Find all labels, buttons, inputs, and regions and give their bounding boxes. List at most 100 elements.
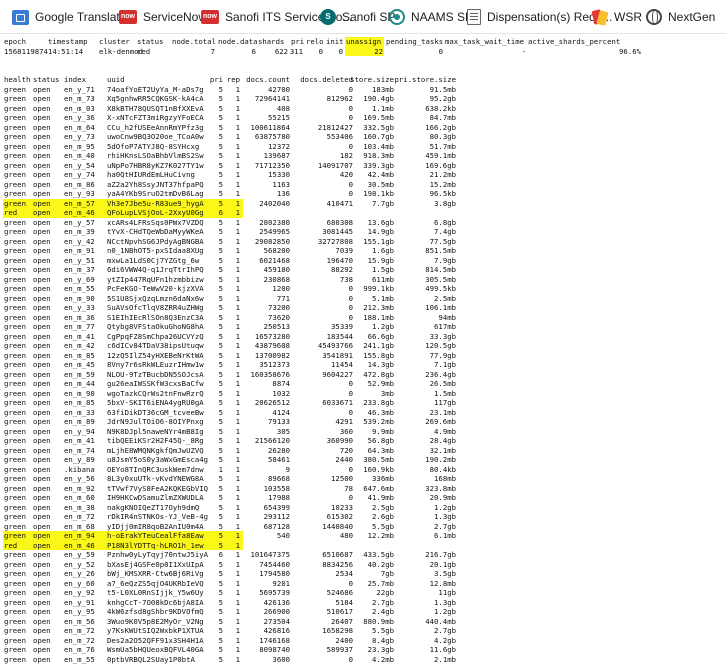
- table-cell: 160358676: [250, 370, 290, 380]
- health-header-cell: pri: [291, 37, 304, 47]
- table-cell: Vh3e7Jbe5u-R83ue9_hygA: [107, 199, 204, 209]
- bookmark-sanofi-sp[interactable]: S Sanofi SP: [320, 0, 395, 34]
- table-cell: 5: [219, 541, 223, 551]
- table-cell: green: [4, 455, 26, 465]
- table-cell: 5: [219, 341, 223, 351]
- table-cell: 5: [219, 161, 223, 171]
- table-cell: 5: [219, 531, 223, 541]
- health-header-cell: unassign: [346, 37, 381, 47]
- table-cell: green: [4, 370, 26, 380]
- table-cell: 20.1gb: [430, 560, 456, 570]
- table-cell: 5: [219, 455, 223, 465]
- table-cell: 160.7gb: [363, 132, 394, 142]
- table-cell: 680308: [327, 218, 353, 228]
- table-cell: 568200: [264, 246, 290, 256]
- table-cell: 9201: [272, 579, 290, 589]
- table-cell: green: [4, 493, 26, 503]
- table-cell: 0: [349, 389, 353, 399]
- table-cell: 198.1kb: [363, 189, 394, 199]
- table-cell: 216.7gb: [425, 550, 456, 560]
- table-cell: en_y_33: [64, 303, 95, 313]
- table-cell: 5: [219, 123, 223, 133]
- bookmark-nextgen[interactable]: NextGen: [646, 0, 715, 34]
- table-cell: 5: [219, 379, 223, 389]
- bookmark-wsr[interactable]: WSR: [591, 0, 642, 34]
- table-cell: 2.4gb: [372, 607, 394, 617]
- table-row: greenopenen_y_89u8JsmY5oS0y3aWxGmEsca4g5…: [4, 455, 726, 465]
- table-cell: 101647375: [250, 550, 290, 560]
- table-cell: 5: [219, 370, 223, 380]
- bookmark-label: NAAMS SP: [411, 10, 473, 24]
- table-cell: 1: [236, 161, 240, 171]
- table-cell: NCctNpvhSG6JPdyAgBNGBA: [107, 237, 204, 247]
- table-row: greenopenen_m_91n0_1NBhOT5-pxSIdaa8XUg51…: [4, 246, 726, 256]
- table-cell: 5: [219, 284, 223, 294]
- table-cell: 12zQ5IlZ54yHXEBeNrKtWA: [107, 351, 204, 361]
- health-header-cell: node.total: [172, 37, 216, 47]
- table-cell: 305: [277, 427, 290, 437]
- table-cell: 1: [236, 341, 240, 351]
- table-cell: 5: [219, 360, 223, 370]
- table-cell: 21.2mb: [430, 170, 456, 180]
- table-cell: 21812427: [318, 123, 353, 133]
- table-cell: en_y_74: [64, 170, 95, 180]
- health-value-cell: 622: [275, 47, 288, 57]
- table-cell: 7gb: [381, 569, 394, 579]
- table-cell: 7.1gb: [434, 360, 456, 370]
- table-cell: 323.8mb: [425, 484, 456, 494]
- table-cell: green: [4, 531, 26, 541]
- table-cell: 230868: [264, 275, 290, 285]
- table-cell: 10233: [331, 503, 353, 513]
- table-cell: aZ2a2Yh8SsyJNT37hfpaPQ: [107, 180, 204, 190]
- table-cell: open: [33, 370, 51, 380]
- table-cell: en_y_73: [64, 132, 95, 142]
- table-cell: open: [33, 151, 51, 161]
- table-cell: 23.3gb: [368, 645, 394, 655]
- table-cell: 2.7gb: [434, 522, 456, 532]
- table-cell: 16573280: [255, 332, 290, 342]
- table-cell: open: [33, 123, 51, 133]
- health-value-cell: -: [522, 47, 526, 57]
- naams-icon: [389, 9, 405, 25]
- bookmark-google-translate[interactable]: Google Translate: [12, 0, 126, 34]
- table-row: greenopenen_m_89JdrN9JulTOiO6-8OIYPnxg51…: [4, 417, 726, 427]
- bookmark-servicenow[interactable]: now ServiceNow: [119, 0, 207, 34]
- table-cell: 5: [219, 94, 223, 104]
- table-cell: 169.5mb: [363, 113, 394, 123]
- table-cell: yIDjj0mIR8qoB2AnIU0m4A: [107, 522, 204, 532]
- table-cell: 17988: [268, 493, 290, 503]
- table-cell: en_y_52: [64, 560, 95, 570]
- table-cell: 84.7mb: [430, 113, 456, 123]
- table-cell: 499.5kb: [425, 284, 456, 294]
- table-row: greenopenen_m_59NLOU-9TzTBucbDN5SOJcsA51…: [4, 370, 726, 380]
- health-header-cell: cluster: [99, 37, 130, 47]
- table-cell: 188.1mb: [363, 313, 394, 323]
- table-cell: 139687: [264, 151, 290, 161]
- table-cell: 8098740: [259, 645, 290, 655]
- table-cell: green: [4, 446, 26, 456]
- table-row: greenopenen_m_41tibQEEiKSr2H2F45Q-_8Rg51…: [4, 436, 726, 446]
- table-cell: 32.1mb: [430, 446, 456, 456]
- table-cell: 360: [340, 427, 353, 437]
- table-cell: t5-L0XL0RnSIjjk_Y5w6Uy: [107, 588, 204, 598]
- table-cell: 440.4mb: [425, 617, 456, 627]
- table-cell: green: [4, 322, 26, 332]
- table-cell: 1: [236, 655, 240, 664]
- table-cell: 2534: [335, 569, 353, 579]
- table-cell: 0: [349, 142, 353, 152]
- table-cell: 7.9gb: [434, 256, 456, 266]
- table-cell: 241.1gb: [363, 341, 394, 351]
- table-cell: open: [33, 436, 51, 446]
- table-cell: green: [4, 199, 26, 209]
- table-cell: 553406: [327, 132, 353, 142]
- table-cell: 80.4kb: [430, 465, 456, 475]
- table-cell: en_y_93: [64, 189, 95, 199]
- indices-header-cell: store.size: [350, 75, 394, 85]
- table-cell: open: [33, 85, 51, 95]
- table-cell: en_m_59: [64, 370, 95, 380]
- table-cell: green: [4, 427, 26, 437]
- bookmark-naams-sp[interactable]: NAAMS SP: [389, 0, 473, 34]
- bookmarks-bar: Google Translate now ServiceNow now Sano…: [0, 0, 726, 34]
- table-cell: 1: [236, 351, 240, 361]
- table-cell: open: [33, 142, 51, 152]
